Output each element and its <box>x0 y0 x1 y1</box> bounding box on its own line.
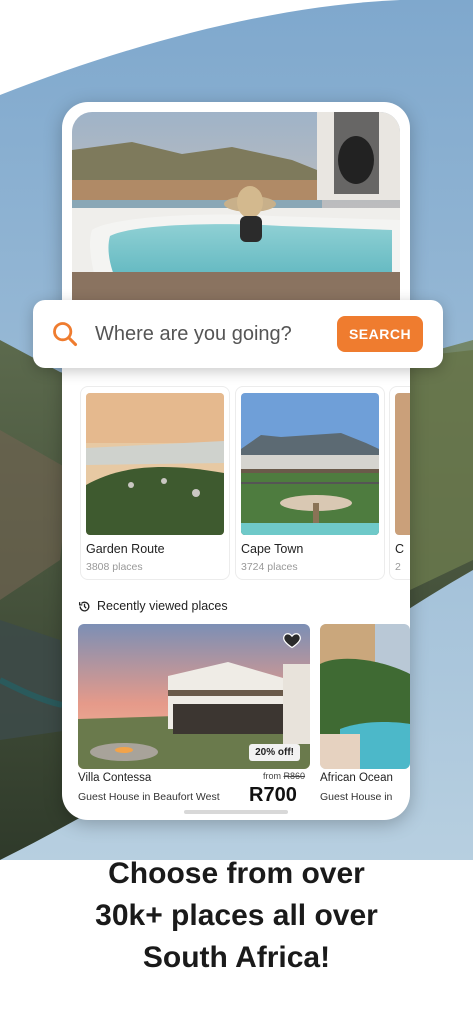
from-price: from R860 <box>263 771 305 781</box>
recently-viewed-title: Recently viewed places <box>97 599 228 613</box>
partial-destination-image <box>395 393 410 535</box>
search-icon <box>53 322 78 347</box>
search-button[interactable]: SEARCH <box>337 316 423 352</box>
destination-card-cape-town[interactable]: Cape Town 3724 places <box>235 386 385 580</box>
destination-name: Cape Town <box>241 542 304 556</box>
destination-count: 3724 places <box>241 561 298 573</box>
old-price: R860 <box>283 771 306 781</box>
current-price: R700 <box>249 784 297 806</box>
place-card-african-ocean[interactable] <box>320 624 410 769</box>
headline-line: South Africa! <box>142 941 331 974</box>
destination-count: 3808 places <box>86 561 143 573</box>
destination-card-partial[interactable]: C 2 <box>389 386 410 580</box>
headline-line: 30k+ places all over <box>95 899 378 932</box>
headline-line: Choose from over <box>108 857 365 890</box>
recently-viewed-heading: Recently viewed places <box>78 599 228 613</box>
search-bar[interactable]: Where are you going? SEARCH <box>33 300 443 368</box>
heart-icon[interactable] <box>282 630 302 650</box>
headline: Choose from over 30k+ places all over So… <box>0 853 473 979</box>
phone-mockup: Garden Route 3808 places Cape Town 3724 … <box>62 102 410 820</box>
place-name: African Ocean <box>320 772 393 784</box>
history-icon <box>78 601 90 611</box>
place-type: Guest House in Beaufort West <box>78 791 220 803</box>
cape-town-image <box>241 393 379 535</box>
destination-name: Garden Route <box>86 542 165 556</box>
place-type: Guest House in <box>320 791 393 803</box>
hero-image <box>72 112 400 300</box>
garden-route-image <box>86 393 224 535</box>
search-input[interactable]: Where are you going? <box>95 323 337 346</box>
home-indicator <box>184 810 288 814</box>
destination-card-garden-route[interactable]: Garden Route 3808 places <box>80 386 230 580</box>
from-label: from <box>263 771 281 781</box>
place-card-villa-contessa[interactable]: 20% off! <box>78 624 310 769</box>
destination-name: C <box>395 542 405 556</box>
discount-badge: 20% off! <box>249 744 300 761</box>
destination-count: 2 <box>395 561 401 573</box>
place-name: Villa Contessa <box>78 772 152 784</box>
